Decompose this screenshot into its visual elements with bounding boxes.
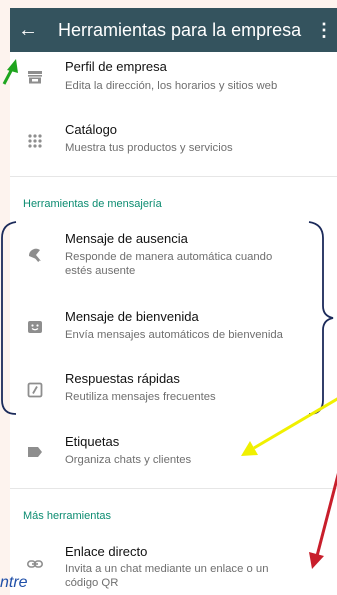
greeting-message-title: Mensaje de bienvenida (65, 309, 199, 324)
list-item-greeting-message[interactable]: Mensaje de bienvenida Envía mensajes aut… (10, 300, 337, 360)
business-profile-subtitle: Edita la dirección, los horarios y sitio… (65, 80, 278, 92)
list-item-business-profile[interactable]: Perfil de empresa Edita la dirección, lo… (10, 52, 337, 112)
divider (10, 488, 337, 489)
link-icon (24, 553, 46, 575)
list-item-catalog[interactable]: Catálogo Muestra tus productos y servici… (10, 110, 337, 170)
list-item-short-link[interactable]: Enlace directo Invita a un chat mediante… (10, 536, 337, 595)
away-message-subtitle-line1: Responde de manera automática cuando (65, 251, 273, 263)
quick-replies-subtitle: Reutiliza mensajes frecuentes (65, 391, 216, 403)
list-item-quick-replies[interactable]: Respuestas rápidas Reutiliza mensajes fr… (10, 362, 337, 422)
short-link-title: Enlace directo (65, 544, 148, 559)
business-tools-list: Perfil de empresa Edita la dirección, lo… (10, 52, 337, 595)
greeting-icon (24, 316, 46, 338)
short-link-subtitle-line1: Invita a un chat mediante un enlace o un (65, 563, 269, 575)
grid-icon (24, 130, 46, 152)
watermark-text: ntre (0, 574, 28, 591)
list-item-away-message[interactable]: Mensaje de ausencia Responde de manera a… (10, 224, 337, 284)
quick-reply-icon (24, 379, 46, 401)
more-vert-icon[interactable]: ⋮ (311, 20, 337, 41)
section-header-more-tools: Más herramientas (23, 510, 112, 522)
page-title: Herramientas para la empresa (58, 19, 302, 40)
quick-replies-title: Respuestas rápidas (65, 371, 180, 386)
section-header-messaging-tools: Herramientas de mensajería (23, 198, 162, 210)
arrow-back-icon[interactable]: ← (10, 8, 46, 52)
labels-subtitle: Organiza chats y clientes (65, 454, 192, 466)
away-message-title: Mensaje de ausencia (65, 231, 188, 246)
divider (10, 176, 337, 177)
moon-icon (24, 244, 46, 266)
labels-title: Etiquetas (65, 434, 120, 449)
away-message-subtitle-line2: estés ausente (65, 265, 136, 277)
short-link-subtitle-line2: código QR (65, 577, 119, 589)
catalog-subtitle: Muestra tus productos y servicios (65, 142, 233, 154)
store-icon (24, 66, 46, 88)
list-item-labels[interactable]: Etiquetas Organiza chats y clientes (10, 424, 337, 484)
screenshot-page: ← Herramientas para la empresa ⋮ Perfil … (0, 0, 337, 595)
app-bar: ← Herramientas para la empresa ⋮ (10, 8, 337, 52)
business-profile-title: Perfil de empresa (65, 59, 167, 74)
catalog-title: Catálogo (65, 122, 118, 137)
label-icon (24, 441, 46, 463)
greeting-message-subtitle: Envía mensajes automáticos de bienvenida (65, 329, 283, 341)
